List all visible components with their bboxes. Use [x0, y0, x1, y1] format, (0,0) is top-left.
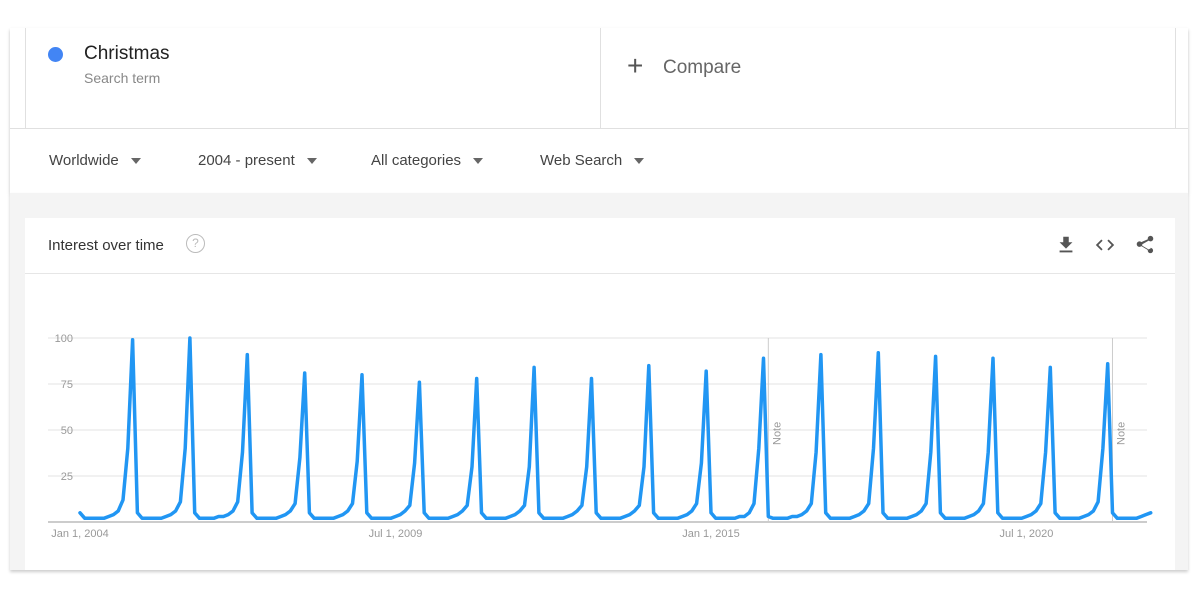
search-type-dropdown[interactable]: Web Search: [540, 152, 645, 169]
search-terms-row: Christmas Search term + Compare: [10, 28, 1188, 129]
embed-code-icon[interactable]: [1094, 234, 1116, 256]
time-range-dropdown[interactable]: 2004 - present: [198, 152, 317, 169]
search-term-subtitle: Search term: [84, 70, 161, 86]
search-type-label: Web Search: [540, 152, 623, 169]
caret-down-icon: [634, 158, 645, 165]
category-label: All categories: [371, 152, 462, 169]
chart-title: Interest over time: [48, 237, 164, 254]
caret-down-icon: [130, 158, 141, 165]
share-icon[interactable]: [1134, 234, 1156, 256]
question-circle-icon[interactable]: ?: [186, 234, 205, 253]
explore-header-card: Christmas Search term + Compare Worldwid…: [10, 28, 1188, 193]
interest-over-time-card: Interest over time ?: [25, 218, 1175, 570]
region-dropdown[interactable]: Worldwide: [49, 152, 141, 169]
caret-down-icon: [306, 158, 317, 165]
region-label: Worldwide: [49, 152, 119, 169]
search-term-name[interactable]: Christmas: [84, 43, 170, 65]
caret-down-icon: [473, 158, 484, 165]
compare-label: Compare: [663, 57, 742, 78]
search-term-chip[interactable]: Christmas Search term: [25, 28, 601, 128]
category-dropdown[interactable]: All categories: [371, 152, 484, 169]
time-range-label: 2004 - present: [198, 152, 295, 169]
term-color-dot: [48, 47, 63, 62]
filters-bar: Worldwide 2004 - present All categories …: [10, 129, 1188, 193]
download-icon[interactable]: [1055, 234, 1077, 256]
chart-card-header: Interest over time ?: [25, 218, 1175, 274]
compare-button[interactable]: + Compare: [615, 28, 1176, 128]
plus-icon: +: [627, 50, 644, 81]
